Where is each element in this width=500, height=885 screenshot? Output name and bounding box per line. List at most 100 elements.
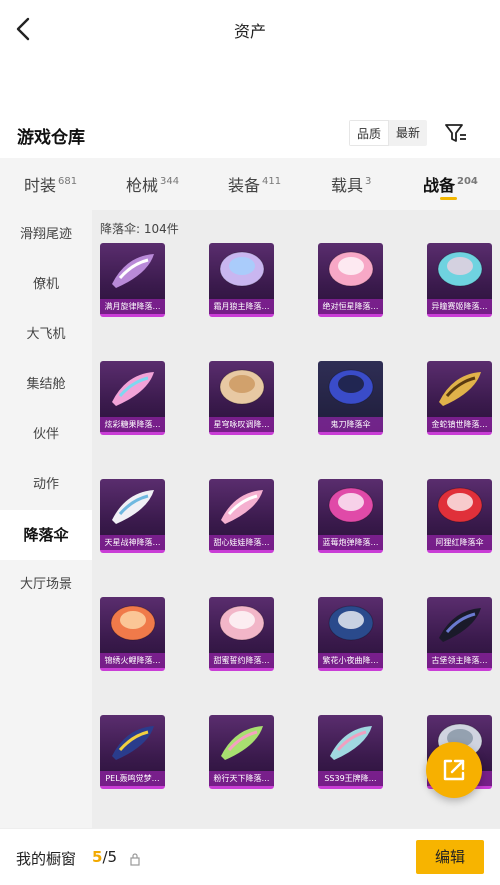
parachute-name: SS39王牌降… — [318, 771, 383, 786]
category-tabs: 时装 681 枪械 344 装备 411 载具 3 战备 204 — [0, 158, 500, 210]
sort-latest-button[interactable]: 最新 — [389, 120, 427, 146]
parachute-name: 异瞳赛姬降落… — [427, 299, 492, 314]
parachute-art — [215, 720, 268, 766]
parachute-card[interactable]: 炫彩糖果降落… — [100, 361, 165, 435]
showcase-current: 5 — [92, 848, 103, 866]
showcase-label: 我的橱窗 — [16, 850, 77, 868]
section-title: 游戏仓库 — [17, 128, 85, 148]
sort-quality-button[interactable]: 品质 — [349, 120, 390, 146]
parachute-art — [433, 484, 486, 530]
tab-fashion[interactable]: 时装 681 — [24, 172, 77, 196]
parachute-card[interactable]: 锦绣火鲤降落… — [100, 597, 165, 671]
sidebar-item-companion[interactable]: 伙伴 — [0, 410, 92, 460]
parachute-name: 锦绣火鲤降落… — [100, 653, 165, 668]
parachute-card[interactable]: 鬼刀降落伞 — [318, 361, 383, 435]
tab-label: 时装 — [24, 176, 57, 195]
parachute-name: 绝对恒星降落… — [318, 299, 383, 314]
parachute-card[interactable]: PEL轰鸣觉梦… — [100, 715, 165, 789]
parachute-art — [106, 366, 159, 412]
parachute-card[interactable]: 古堡领主降落… — [427, 597, 492, 671]
parachute-card[interactable]: 阿狸红降落伞 — [427, 479, 492, 553]
parachute-card[interactable]: 异瞳赛姬降落… — [427, 243, 492, 317]
parachute-card[interactable]: 繁花小夜曲降… — [318, 597, 383, 671]
tab-vehicles[interactable]: 载具 3 — [331, 172, 371, 196]
sidebar-item-parachute[interactable]: 降落伞 — [0, 510, 92, 560]
parachute-art — [324, 248, 377, 294]
active-tab-indicator — [440, 197, 457, 200]
parachute-art — [106, 602, 159, 648]
parachute-name: 金蛇镇世降落… — [427, 417, 492, 432]
sidebar-item-emote[interactable]: 动作 — [0, 460, 92, 510]
parachute-name: PEL轰鸣觉梦… — [100, 771, 165, 786]
parachute-art — [324, 602, 377, 648]
parachute-name: 炫彩糖果降落… — [100, 417, 165, 432]
parachute-name: 鬼刀降落伞 — [318, 417, 383, 432]
parachute-name: 阿狸红降落伞 — [427, 535, 492, 550]
tab-label: 装备 — [228, 176, 261, 195]
tab-count: 411 — [262, 176, 282, 187]
parachute-art — [106, 484, 159, 530]
bottom-bar: 我的橱窗 5/5 编辑 — [0, 828, 500, 885]
lock-icon — [129, 851, 141, 866]
parachute-card[interactable]: 甜心娃娃降落… — [209, 479, 274, 553]
edit-button[interactable]: 编辑 — [416, 840, 484, 874]
parachute-name: 粉行天下降落… — [209, 771, 274, 786]
parachute-card[interactable]: 粉行天下降落… — [209, 715, 274, 789]
parachute-name: 霜月狼主降落… — [209, 299, 274, 314]
parachute-name: 蓝莓炮弹降落… — [318, 535, 383, 550]
item-grid: 降落伞: 104件 满月旋律降落… 霜月狼主降落… 绝对恒星降落… 异瞳赛姬降落… 炫彩… — [92, 210, 500, 828]
parachute-card[interactable]: SS39王牌降… — [318, 715, 383, 789]
sidebar-item-big-plane[interactable]: 大飞机 — [0, 310, 92, 360]
parachute-art — [433, 366, 486, 412]
parachute-card[interactable]: 满月旋律降落… — [100, 243, 165, 317]
parachute-art — [433, 248, 486, 294]
tab-equipment[interactable]: 装备 411 — [228, 172, 281, 196]
showcase-count: 5/5 — [92, 848, 117, 866]
parachute-name: 星穹咏叹调降… — [209, 417, 274, 432]
warehouse-header: 游戏仓库 品质 最新 — [0, 118, 500, 152]
parachute-card[interactable]: 蓝莓炮弹降落… — [318, 479, 383, 553]
share-button[interactable] — [426, 742, 482, 798]
parachute-art — [106, 720, 159, 766]
sidebar-item-wingman[interactable]: 僚机 — [0, 260, 92, 310]
tab-label: 载具 — [331, 176, 364, 195]
parachute-name: 古堡领主降落… — [427, 653, 492, 668]
tab-count: 204 — [457, 176, 478, 187]
tab-count: 344 — [160, 176, 180, 187]
parachute-art — [324, 366, 377, 412]
tab-battle-gear[interactable]: 战备 204 — [423, 172, 478, 196]
parachute-art — [215, 602, 268, 648]
item-count-label: 降落伞: 104件 — [100, 222, 179, 236]
parachute-art — [433, 602, 486, 648]
parachute-card[interactable]: 天星战神降落… — [100, 479, 165, 553]
sidebar-item-glide-trail[interactable]: 滑翔尾迹 — [0, 210, 92, 260]
parachute-art — [324, 484, 377, 530]
tab-count: 681 — [58, 176, 78, 187]
tab-weapons[interactable]: 枪械 344 — [126, 172, 179, 196]
parachute-name: 天星战神降落… — [100, 535, 165, 550]
tab-count: 3 — [365, 176, 372, 187]
parachute-name: 繁花小夜曲降… — [318, 653, 383, 668]
parachute-name: 满月旋律降落… — [100, 299, 165, 314]
showcase-total: /5 — [102, 848, 118, 866]
parachute-name: 甜蜜誓约降落… — [209, 653, 274, 668]
sub-category-sidebar: 滑翔尾迹 僚机 大飞机 集结舱 伙伴 动作 降落伞 大厅场景 — [0, 210, 92, 828]
tab-label: 战备 — [423, 176, 456, 195]
sidebar-item-assembly-pod[interactable]: 集结舱 — [0, 360, 92, 410]
filter-icon[interactable] — [443, 120, 469, 146]
parachute-art — [324, 720, 377, 766]
parachute-art — [215, 484, 268, 530]
tab-label: 枪械 — [126, 176, 159, 195]
parachute-card[interactable]: 霜月狼主降落… — [209, 243, 274, 317]
parachute-card[interactable]: 星穹咏叹调降… — [209, 361, 274, 435]
parachute-art — [215, 366, 268, 412]
top-bar: 资产 — [0, 0, 500, 60]
parachute-name: 甜心娃娃降落… — [209, 535, 274, 550]
page-title: 资产 — [233, 22, 266, 41]
parachute-card[interactable]: 甜蜜誓约降落… — [209, 597, 274, 671]
asset-page: 资产 游戏仓库 品质 最新 时装 681 枪械 344 装备 411 载具 3 战备 20… — [0, 0, 500, 885]
parachute-art — [106, 248, 159, 294]
sidebar-item-lobby-scene[interactable]: 大厅场景 — [0, 560, 92, 610]
parachute-card[interactable]: 绝对恒星降落… — [318, 243, 383, 317]
parachute-card[interactable]: 金蛇镇世降落… — [427, 361, 492, 435]
